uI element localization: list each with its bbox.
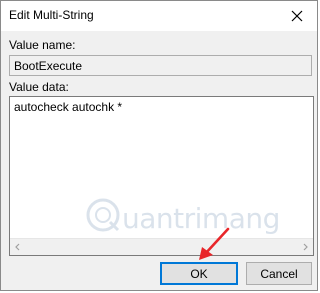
scroll-right-arrow-icon [303,243,308,251]
value-name-label: Value name: [9,38,76,52]
ok-button[interactable]: OK [160,262,238,285]
edit-multi-string-dialog: Edit Multi-String Value name: BootExecut… [0,0,318,291]
value-data-text: autocheck autochk * [14,100,123,114]
close-button[interactable] [277,1,317,31]
red-pointer-arrow-icon [199,227,230,260]
watermark-logo-icon [86,198,120,232]
value-data-label: Value data: [9,80,69,94]
scroll-left-arrow-icon [15,243,20,251]
scroll-right-button[interactable] [297,239,313,255]
value-name-field: BootExecute [9,55,312,76]
cancel-button[interactable]: Cancel [246,262,312,285]
title-bar[interactable]: Edit Multi-String [1,1,317,31]
window-title: Edit Multi-String [9,8,94,22]
scroll-left-button[interactable] [10,239,26,255]
watermark: uantrimang [84,196,280,236]
horizontal-scrollbar[interactable] [10,238,313,255]
close-icon [291,10,303,22]
